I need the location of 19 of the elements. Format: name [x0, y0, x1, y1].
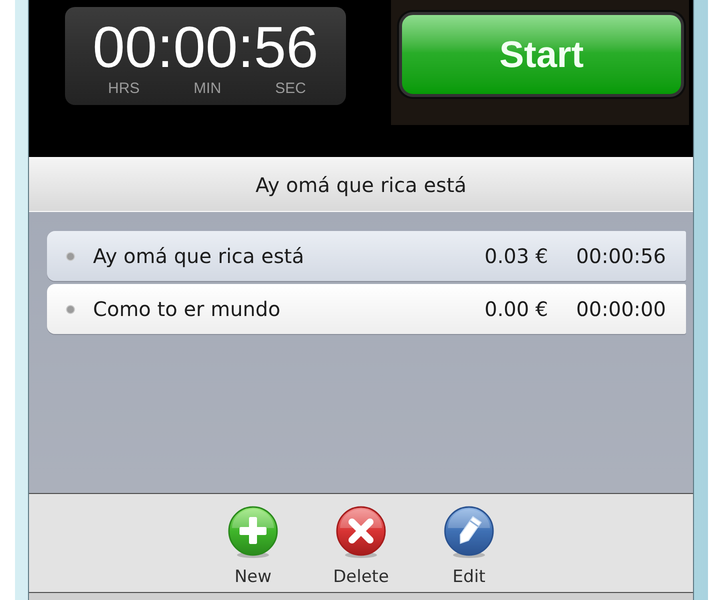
current-task-title: Ay omá que rica está — [255, 172, 467, 198]
task-row[interactable]: Ay omá que rica está 0.03 € 00:00:56 — [47, 231, 686, 281]
unit-label: SEC — [275, 81, 306, 96]
pencil-icon — [443, 506, 495, 558]
close-icon — [335, 506, 387, 558]
task-time: 00:00:56 — [576, 243, 666, 270]
unit-label: HRS — [108, 81, 140, 96]
task-name: Ay omá que rica está — [93, 243, 306, 270]
edit-button[interactable]: Edit — [429, 506, 509, 592]
task-cost: 0.03 € — [484, 243, 548, 270]
task-name: Como to er mundo — [93, 296, 282, 323]
task-cost: 0.00 € — [484, 296, 548, 323]
unit-label: MIN — [194, 81, 222, 96]
task-row[interactable]: Como to er mundo 0.00 € 00:00:00 — [47, 284, 686, 334]
new-button[interactable]: New — [213, 506, 293, 592]
delete-button[interactable]: Delete — [321, 506, 401, 592]
plus-icon — [227, 506, 279, 558]
timer-digits: 00:00:56 — [92, 19, 318, 77]
task-time: 00:00:00 — [576, 296, 666, 323]
